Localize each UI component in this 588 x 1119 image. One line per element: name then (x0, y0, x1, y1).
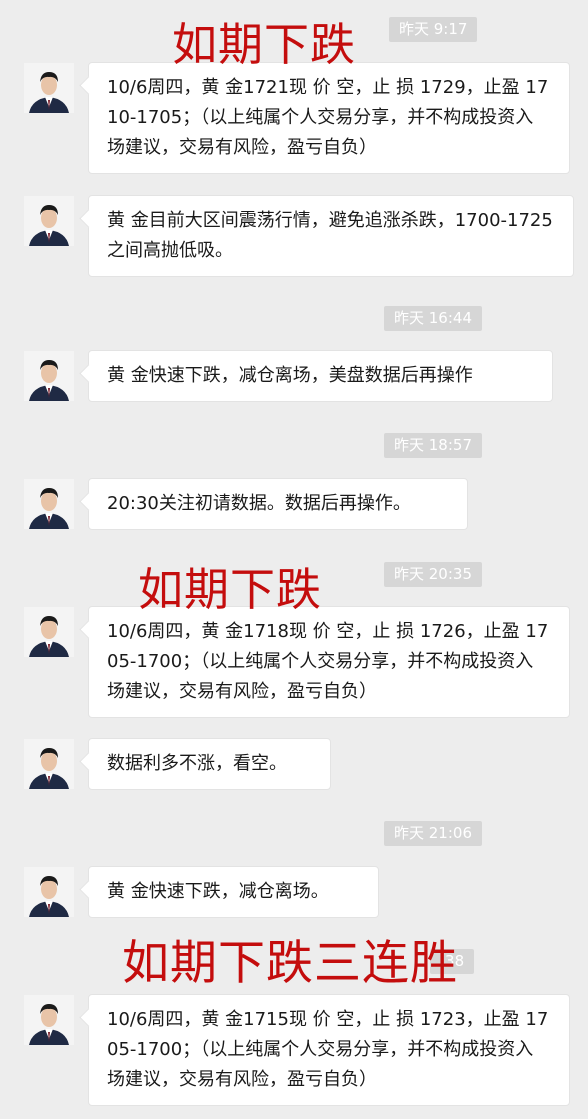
avatar[interactable] (24, 607, 74, 657)
message-bubble[interactable]: 黄 金快速下跌，减仓离场，美盘数据后再操作 (88, 350, 553, 402)
avatar[interactable] (24, 867, 74, 917)
message-bubble[interactable]: 数据利多不涨，看空。 (88, 738, 331, 790)
timestamp: 昨天 20:35 (384, 562, 482, 587)
message-bubble[interactable]: 10/6周四，黄 金1721现 价 空，止 损 1729，止盈 1710-170… (88, 62, 570, 174)
message-text: 黄 金目前大区间震荡行情，避免追涨杀跌，1700-1725之间高抛低吸。 (107, 210, 553, 261)
avatar[interactable] (24, 479, 74, 529)
message-text: 10/6周四，黄 金1718现 价 空，止 损 1726，止盈 1705-170… (107, 621, 549, 702)
message-text: 10/6周四，黄 金1715现 价 空，止 损 1723，止盈 1705-170… (107, 1009, 549, 1090)
avatar[interactable] (24, 739, 74, 789)
overlay-annotation: 如期下跌 (172, 18, 357, 71)
timestamp: 昨天 16:44 (384, 306, 482, 331)
message-text: 数据利多不涨，看空。 (107, 753, 287, 774)
avatar[interactable] (24, 995, 74, 1045)
message-bubble[interactable]: 10/6周四，黄 金1718现 价 空，止 损 1726，止盈 1705-170… (88, 606, 570, 718)
overlay-annotation: 如期下跌 (138, 563, 323, 616)
timestamp: 昨天 21:06 (384, 821, 482, 846)
avatar[interactable] (24, 351, 74, 401)
message-text: 20:30关注初请数据。数据后再操作。 (107, 493, 411, 514)
message-bubble[interactable]: 20:30关注初请数据。数据后再操作。 (88, 478, 468, 530)
timestamp: 昨天 9:17 (389, 17, 478, 42)
avatar[interactable] (24, 196, 74, 246)
timestamp: 昨天 18:57 (384, 433, 482, 458)
message-text: 10/6周四，黄 金1721现 价 空，止 损 1729，止盈 1710-170… (107, 77, 549, 158)
message-text: 黄 金快速下跌，减仓离场。 (107, 881, 329, 902)
message-bubble[interactable]: 10/6周四，黄 金1715现 价 空，止 损 1723，止盈 1705-170… (88, 994, 570, 1106)
message-text: 黄 金快速下跌，减仓离场，美盘数据后再操作 (107, 365, 473, 386)
overlay-annotation: 如期下跌三连胜 (122, 936, 458, 991)
message-bubble[interactable]: 黄 金快速下跌，减仓离场。 (88, 866, 379, 918)
avatar[interactable] (24, 63, 74, 113)
message-bubble[interactable]: 黄 金目前大区间震荡行情，避免追涨杀跌，1700-1725之间高抛低吸。 (88, 195, 574, 277)
